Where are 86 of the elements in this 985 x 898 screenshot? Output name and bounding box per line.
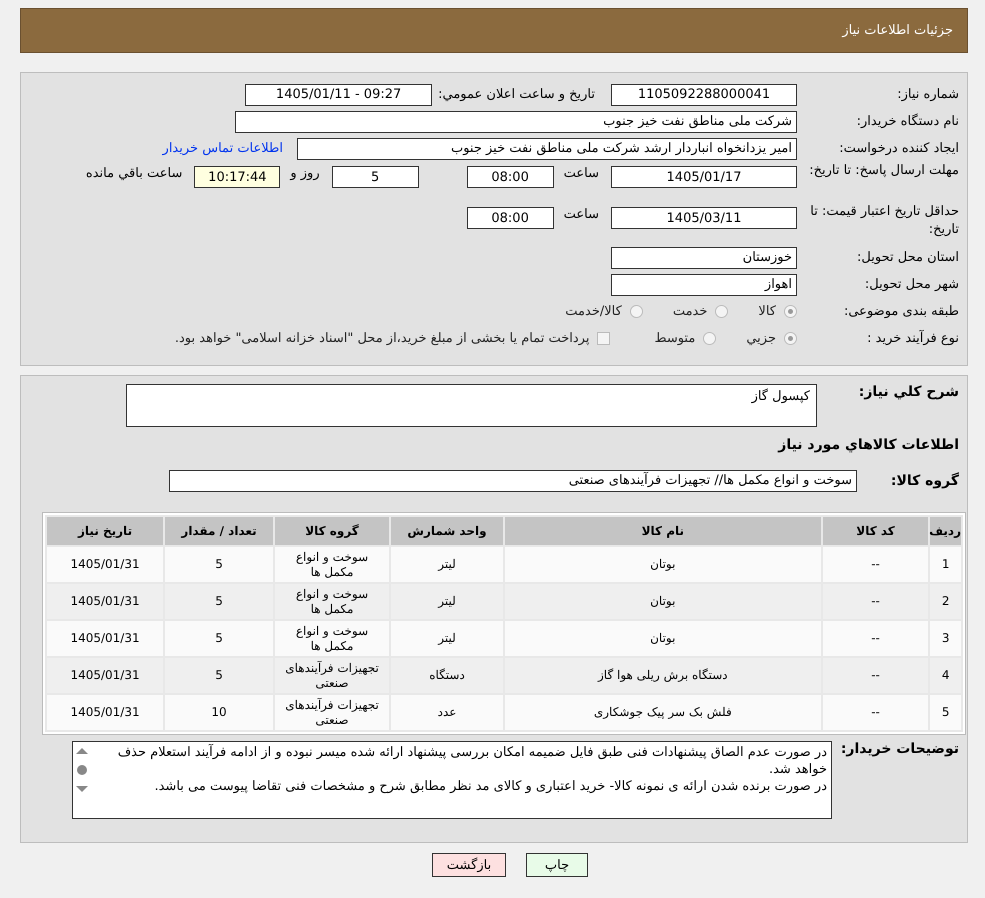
time-label: ساعت — [564, 207, 599, 222]
category-radio[interactable]: کالا — [758, 304, 797, 319]
table-cell: لیتر — [391, 547, 503, 582]
field-label: شهر محل تحویل: — [864, 277, 960, 292]
column-header: تاریخ نیاز — [47, 517, 164, 545]
validity-date-field: 1405/03/11 — [611, 207, 797, 229]
field-label: نام دستگاه خریدار: — [856, 114, 960, 129]
table-cell: 4 — [930, 658, 961, 693]
table-cell: سوخت و انواع مکمل ها — [275, 547, 390, 582]
table-cell: 1405/01/31 — [47, 547, 164, 582]
column-header: واحد شمارش — [391, 517, 503, 545]
table-cell: -- — [822, 695, 928, 730]
table-cell: دستگاه برش ریلی هوا گاز — [505, 658, 821, 693]
goods-group-field: سوخت و انواع مکمل ها// تجهیزات فرآیندهای صنعتی — [169, 470, 857, 492]
table-cell: بوتان — [505, 584, 821, 619]
category-radio[interactable]: خدمت — [672, 304, 728, 319]
deadline-date-field: 1405/01/17 — [611, 166, 797, 188]
buyer-contact-link[interactable]: اطلاعات تماس خریدار — [162, 141, 283, 156]
days-label: روز و — [290, 166, 320, 181]
table-cell: 1405/01/31 — [47, 621, 164, 656]
field-label: طبقه بندی موضوعی: — [842, 304, 960, 319]
table-cell: 1405/01/31 — [47, 695, 164, 730]
table-cell: 1405/01/31 — [47, 658, 164, 693]
field-label: مهلت ارسال پاسخ: تا تاریخ: — [808, 162, 960, 180]
process-type-radio[interactable]: متوسط — [654, 331, 716, 346]
action-button[interactable]: بازگشت — [432, 853, 506, 877]
table-cell: -- — [822, 658, 928, 693]
table-cell: لیتر — [391, 584, 503, 619]
deadline-time-field: 08:00 — [466, 166, 554, 188]
table-cell: -- — [822, 584, 928, 619]
section-title: اطلاعات کالاهاي مورد نیاز — [776, 436, 960, 455]
page-title: جزئیات اطلاعات نیاز — [842, 23, 953, 38]
table-cell: فلش بک سر پیک جوشکاری — [505, 695, 821, 730]
requester-field: امیر یزدانخواه انباردار ارشد شرکت ملی مناطق نفت خیز جنوب — [297, 138, 797, 160]
table-cell: 5 — [165, 621, 273, 656]
table-cell: لیتر — [391, 621, 503, 656]
table-cell: عدد — [391, 695, 503, 730]
table-cell: تجهیزات فرآیندهای صنعتی — [275, 658, 390, 693]
announce-date-field: 1405/01/11 - 09:27 — [245, 84, 432, 106]
table-cell: 5 — [165, 584, 273, 619]
field-label: نوع فرآیند خرید : — [866, 331, 960, 346]
field-label: توضیحات خریدار: — [840, 741, 960, 757]
table-cell: دستگاه — [391, 658, 503, 693]
note-paragraph: در صورت برنده شدن ارائه ی نمونه کالا- خرید اعتباری و کالای مد نظر مطابق شرح و مشخصات فنی تقاضا پیوست می باشد. — [153, 778, 827, 795]
days-field: 5 — [332, 166, 419, 188]
remaining-label: ساعت باقي مانده — [86, 166, 182, 181]
field-label: حداقل تاریخ اعتبار قیمت: تا تاریخ: — [809, 203, 960, 239]
category-radio[interactable]: کالا/خدمت — [565, 304, 643, 319]
field-label: شماره نیاز: — [896, 87, 960, 102]
field-label: ایجاد کننده درخواست: — [838, 141, 960, 156]
table-cell: 5 — [165, 658, 273, 693]
column-header: گروه کالا — [275, 517, 390, 545]
field-label: استان محل تحویل: — [856, 250, 960, 265]
table-cell: بوتان — [505, 547, 821, 582]
column-header: نام کالا — [505, 517, 821, 545]
city-field: اهواز — [611, 274, 797, 296]
note-paragraph: در صورت عدم الصاق پیشنهادات فنی طبق فایل ضمیمه امکان بررسی پیشنهاد ارائه شده میسر نبوده و از ادامه فرآیند استعلام حذف خواهد شد. — [116, 744, 827, 778]
field-label: تاریخ و ساعت اعلان عمومي: — [438, 87, 595, 102]
payment-checkbox[interactable]: پرداخت تمام یا بخشی از مبلغ خرید،از محل "اسناد خزانه اسلامی" خواهد بود. — [174, 331, 610, 346]
table-cell: سوخت و انواع مکمل ها — [275, 621, 390, 656]
table-cell: 10 — [165, 695, 273, 730]
column-header: ردیف — [930, 517, 961, 545]
process-type-radio[interactable]: جزيي — [746, 331, 797, 346]
province-field: خوزستان — [611, 246, 797, 268]
table-cell: سوخت و انواع مکمل ها — [275, 584, 390, 619]
table-cell: 1 — [930, 547, 961, 582]
field-label: گروه کالا: — [890, 472, 960, 488]
table-cell: -- — [822, 621, 928, 656]
time-label: ساعت — [564, 166, 599, 181]
table-cell: 2 — [930, 584, 961, 619]
validity-time-field: 08:00 — [466, 207, 554, 229]
table-cell: 5 — [930, 695, 961, 730]
action-button[interactable]: چاپ — [526, 853, 588, 877]
column-header: تعداد / مقدار — [165, 517, 273, 545]
table-cell: 5 — [165, 547, 273, 582]
table-cell: بوتان — [505, 621, 821, 656]
description-field: کپسول گاز — [126, 384, 817, 427]
table-cell: -- — [822, 547, 928, 582]
field-label: شرح کلي نیاز: — [858, 384, 960, 400]
buyer-name-field: شرکت ملی مناطق نفت خیز جنوب — [235, 110, 797, 132]
table-cell: 1405/01/31 — [47, 584, 164, 619]
need-number-field: 1105092288000041 — [611, 84, 797, 106]
table-cell: تجهیزات فرآیندهای صنعتی — [275, 695, 390, 730]
remaining-time-field: 10:17:44 — [194, 166, 280, 188]
table-cell: 3 — [930, 621, 961, 656]
column-header: کد کالا — [822, 517, 928, 545]
